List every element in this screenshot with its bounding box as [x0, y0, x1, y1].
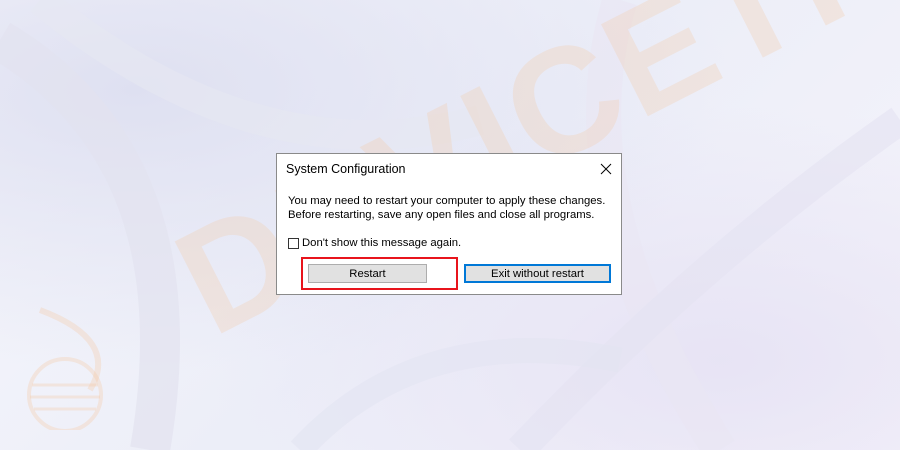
close-button[interactable]: [591, 154, 621, 184]
restart-highlight-annotation: [301, 257, 458, 290]
dialog-message: You may need to restart your computer to…: [288, 195, 605, 222]
dont-show-again-row[interactable]: Don't show this message again.: [288, 237, 461, 249]
exit-without-restart-button[interactable]: Exit without restart: [464, 264, 611, 283]
message-line-1: You may need to restart your computer to…: [288, 195, 606, 207]
dont-show-again-label[interactable]: Don't show this message again.: [302, 237, 461, 249]
dialog-title: System Configuration: [286, 162, 406, 176]
dont-show-again-checkbox[interactable]: [288, 237, 299, 249]
message-line-2: Before restarting, save any open files a…: [288, 208, 595, 221]
title-bar[interactable]: System Configuration: [277, 154, 621, 185]
close-icon: [600, 163, 612, 175]
